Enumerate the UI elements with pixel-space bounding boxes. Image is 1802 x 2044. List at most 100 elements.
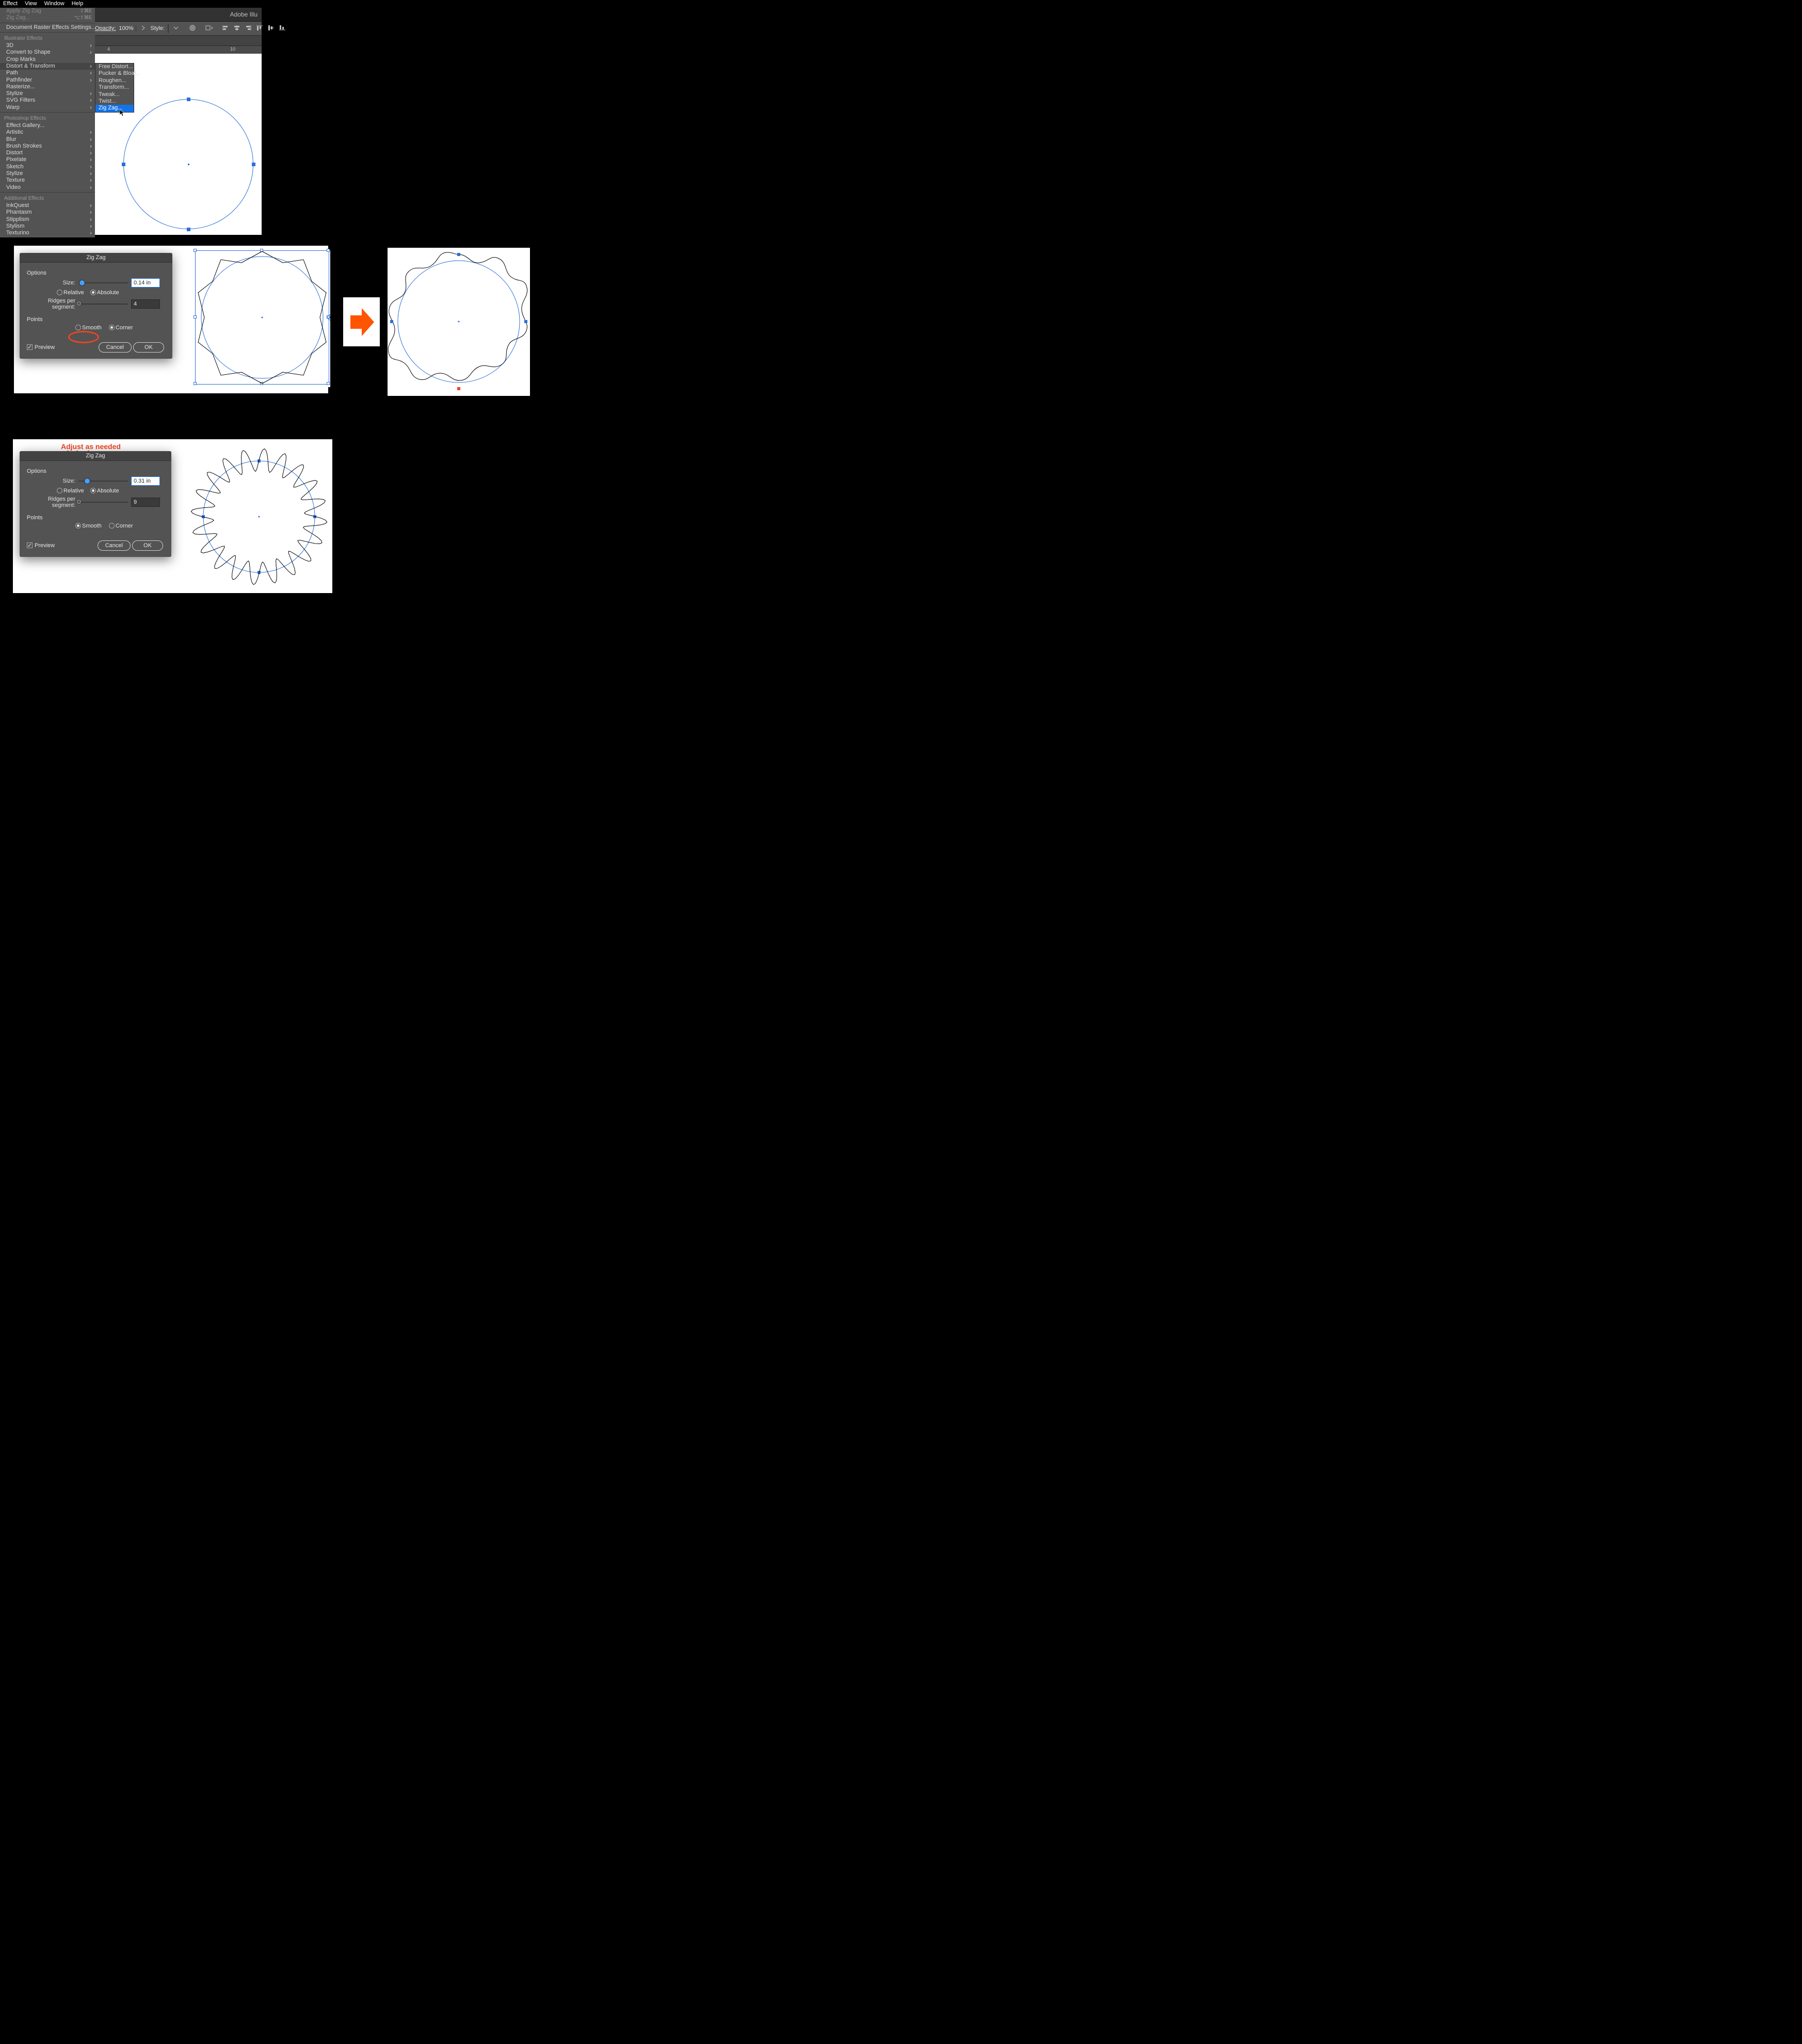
menu-inkquest[interactable]: InkQuest <box>0 202 95 209</box>
preview-checkbox[interactable]: Preview <box>27 344 55 350</box>
size-label: Size: <box>27 280 75 286</box>
panel-menu-screenshot: Effect View Window Help Adobe Illu Opaci… <box>0 0 262 235</box>
align-right-icon[interactable] <box>244 24 252 33</box>
menu-crop-marks[interactable]: Crop Marks <box>0 56 95 62</box>
points-heading: Points <box>27 316 164 323</box>
align-dropdown-icon[interactable] <box>205 24 213 33</box>
submenu-roughen[interactable]: Roughen... <box>95 77 134 84</box>
menu-sketch[interactable]: Sketch <box>0 164 95 170</box>
dialog-title: Zig Zag <box>20 253 172 263</box>
menu-distort-ps[interactable]: Distort <box>0 150 95 156</box>
os-menubar: Effect View Window Help <box>0 0 262 8</box>
ridges-input[interactable] <box>131 498 160 507</box>
selection-handle[interactable] <box>252 163 255 166</box>
canvas-preview-corner <box>196 250 330 387</box>
menu-artistic[interactable]: Artistic <box>0 129 95 136</box>
ridges-slider[interactable] <box>78 304 128 305</box>
options-heading: Options <box>27 270 164 276</box>
submenu-zig-zag[interactable]: Zig Zag... <box>95 105 134 111</box>
menu-texturino[interactable]: Texturino <box>0 230 95 236</box>
menu-effect-gallery[interactable]: Effect Gallery... <box>0 122 95 129</box>
submenu-distort-transform: Free Distort... Pucker & Bloat... Roughe… <box>95 63 134 113</box>
menu-phantasm[interactable]: Phantasm <box>0 209 95 216</box>
zigzag-shape-corner <box>196 250 330 387</box>
menu-convert-to-shape[interactable]: Convert to Shape <box>0 49 95 56</box>
cancel-button[interactable]: Cancel <box>98 540 131 551</box>
align-left-icon[interactable] <box>221 24 230 33</box>
menu-distort-transform[interactable]: Distort & Transform <box>0 63 95 70</box>
size-input[interactable] <box>131 476 160 486</box>
menu-warp[interactable]: Warp <box>0 104 95 111</box>
effect-menu: Apply Zig Zag⇧⌘E Zig Zag...⌥⇧⌘E Document… <box>0 8 95 237</box>
menu-apply-last[interactable]: Apply Zig Zag⇧⌘E <box>0 8 95 14</box>
menu-stylism[interactable]: Stylism <box>0 223 95 230</box>
radio-smooth[interactable]: Smooth <box>75 523 102 529</box>
submenu-transform[interactable]: Transform... <box>95 84 134 91</box>
zigzag-shape-wavy <box>189 444 329 589</box>
radio-absolute[interactable]: Absolute <box>90 488 119 494</box>
panel-dialog-smooth: Adjust as needed Zig Zag Options Size: R… <box>13 439 332 593</box>
globe-icon[interactable] <box>188 24 197 33</box>
menu-view[interactable]: View <box>25 1 37 8</box>
menu-pixelate[interactable]: Pixelate <box>0 156 95 163</box>
options-heading: Options <box>27 468 163 474</box>
ridges-slider[interactable] <box>78 502 128 503</box>
style-swatch[interactable] <box>168 24 169 33</box>
radio-relative[interactable]: Relative <box>57 290 84 296</box>
menu-doc-raster-settings[interactable]: Document Raster Effects Settings... <box>0 24 95 31</box>
submenu-pucker-bloat[interactable]: Pucker & Bloat... <box>95 70 134 77</box>
menu-video[interactable]: Video <box>0 184 95 191</box>
ruler-mark: 10 <box>230 46 235 52</box>
menu-brush-strokes[interactable]: Brush Strokes <box>0 143 95 150</box>
menu-svg-filters[interactable]: SVG Filters <box>0 97 95 104</box>
align-top-icon[interactable] <box>255 24 264 33</box>
menu-effect[interactable]: Effect <box>3 1 18 8</box>
ridges-input[interactable] <box>131 299 160 309</box>
submenu-free-distort[interactable]: Free Distort... <box>95 63 134 70</box>
menu-stylize-ai[interactable]: Stylize <box>0 90 95 97</box>
radio-absolute[interactable]: Absolute <box>90 290 119 296</box>
menu-help[interactable]: Help <box>72 1 84 8</box>
align-vcenter-icon[interactable] <box>267 24 275 33</box>
selection-handle[interactable] <box>187 228 190 231</box>
radio-relative[interactable]: Relative <box>57 488 84 494</box>
preview-checkbox[interactable]: Preview <box>27 542 55 549</box>
selection-handle[interactable] <box>122 163 125 166</box>
chevron-down-icon[interactable] <box>172 24 180 33</box>
ok-button[interactable]: OK <box>133 342 164 353</box>
size-slider[interactable] <box>78 481 128 482</box>
menu-window[interactable]: Window <box>44 1 65 8</box>
menu-blur[interactable]: Blur <box>0 136 95 142</box>
size-slider[interactable] <box>78 282 128 283</box>
ridges-label: Ridges per segment: <box>27 496 75 508</box>
menu-path[interactable]: Path <box>0 70 95 76</box>
menu-section-additional: Additional Effects <box>0 194 95 202</box>
menu-texture[interactable]: Texture <box>0 177 95 184</box>
align-hcenter-icon[interactable] <box>233 24 241 33</box>
menu-section-illustrator: Illustrator Effects <box>0 34 95 42</box>
size-input[interactable] <box>131 278 160 288</box>
radio-smooth[interactable]: Smooth <box>75 325 102 331</box>
submenu-twist[interactable]: Twist... <box>95 98 134 105</box>
mouse-cursor-icon <box>120 109 125 117</box>
radio-corner[interactable]: Corner <box>109 523 133 529</box>
submenu-tweak[interactable]: Tweak... <box>95 91 134 98</box>
menu-last-effect[interactable]: Zig Zag...⌥⇧⌘E <box>0 14 95 21</box>
ridges-label: Ridges per segment: <box>27 298 75 310</box>
menu-rasterize[interactable]: Rasterize... <box>0 84 95 90</box>
radio-corner[interactable]: Corner <box>109 325 133 331</box>
ok-button[interactable]: OK <box>132 540 163 551</box>
opacity-value[interactable]: 100% <box>119 25 136 31</box>
menu-3d[interactable]: 3D <box>0 42 95 49</box>
chevron-right-icon[interactable] <box>139 24 148 33</box>
cancel-button[interactable]: Cancel <box>99 342 132 353</box>
selection-handle[interactable] <box>187 98 190 101</box>
dialog-title: Zig Zag <box>20 451 171 461</box>
menu-pathfinder[interactable]: Pathfinder <box>0 76 95 83</box>
style-label: Style: <box>151 25 165 31</box>
menu-section-photoshop: Photoshop Effects <box>0 114 95 122</box>
panel-result-smooth <box>388 248 530 396</box>
align-bottom-icon[interactable] <box>278 24 286 33</box>
menu-stipplism[interactable]: Stipplism <box>0 216 95 222</box>
menu-stylize-ps[interactable]: Stylize <box>0 170 95 177</box>
